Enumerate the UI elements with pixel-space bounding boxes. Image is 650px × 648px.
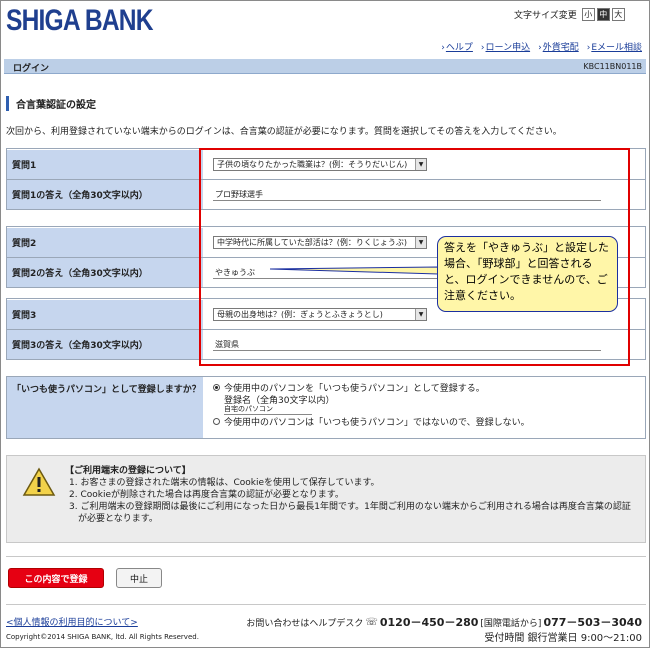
notice-panel: 【ご利用端末の登録について】 1. お客さまの登録された端末の情報は、Cooki… <box>6 455 646 543</box>
font-size-medium-button[interactable]: 中 <box>596 8 610 21</box>
page-title: ログイン <box>13 64 50 74</box>
pc-registration-table: 「いつも使うパソコン」として登録しますか？ 今使用中のパソコンを「いつも使うパソ… <box>6 376 646 439</box>
radio-selected-icon[interactable] <box>213 383 220 391</box>
helpdesk-phone: 0120－450－280 <box>379 616 479 629</box>
register-no-option[interactable]: 今使用中のパソコンは「いつも使うパソコン」ではないので、登録しない。 <box>213 415 645 428</box>
chevron-down-icon: ▼ <box>415 309 426 320</box>
register-yes-label: 今使用中のパソコンを「いつも使うパソコン」として登録する。 <box>224 383 485 394</box>
fx-delivery-link[interactable]: 外貨宅配 <box>543 43 579 53</box>
question-label: 質問1 <box>7 150 203 179</box>
answer-label: 質問2の答え（全角30文字以内） <box>7 258 203 287</box>
radio-unselected-icon[interactable] <box>213 417 220 425</box>
intl-label: [国際電話から] <box>480 618 542 629</box>
notice-item: 1. お客さまの登録された端末の情報は、Cookieを使用して保存しています。 <box>69 478 380 488</box>
section-title: 合言葉認証の設定 <box>6 96 96 111</box>
answer-1-input[interactable]: プロ野球選手 <box>213 188 601 201</box>
register-no-label: 今使用中のパソコンは「いつも使うパソコン」ではないので、登録しない。 <box>224 417 530 428</box>
answer-cell: プロ野球選手 <box>203 180 645 209</box>
registration-options: 今使用中のパソコンを「いつも使うパソコン」として登録する。 登録名（全角30文字… <box>203 377 645 438</box>
font-size-switcher: 文字サイズ変更 小 中 大 <box>514 8 625 21</box>
notice-item: 3. ご利用端末の登録期間は最後にご利用になった日から最長1年間です。1年間ご利… <box>69 502 631 524</box>
divider <box>6 604 646 605</box>
helpdesk-info: お問い合わせはヘルプデスク ☏ 0120－450－280 [国際電話から] 07… <box>246 614 642 630</box>
answer-row: 質問1の答え（全角30文字以内） プロ野球選手 <box>7 179 645 209</box>
bank-logo: SHIGA BANK <box>6 4 154 37</box>
chevron-right-icon: › <box>538 43 542 53</box>
chevron-right-icon: › <box>586 43 591 53</box>
notice-title: 【ご利用端末の登録について】 <box>65 466 191 476</box>
question-cell: 子供の頃なりたかった職業は？(例：そうりだいじん) ▼ <box>203 150 645 179</box>
warning-icon <box>22 467 56 496</box>
phone-icon: ☏ <box>365 616 378 628</box>
question-2-selected: 中学時代に所属していた部活は？(例：りくじょうぶ) <box>217 238 407 247</box>
question-label: 質問2 <box>7 228 203 257</box>
font-size-large-button[interactable]: 大 <box>611 8 625 21</box>
screen-code: KBC11BN011B <box>583 62 642 71</box>
intl-phone: 077－503－3040 <box>543 616 642 629</box>
question-1-selected: 子供の頃なりたかった職業は？(例：そうりだいじん) <box>217 160 408 169</box>
question-3-select[interactable]: 母親の出身地は？(例：ぎょうとふきょうとし) ▼ <box>213 308 427 321</box>
question-1-select[interactable]: 子供の頃なりたかった職業は？(例：そうりだいじん) ▼ <box>213 158 427 171</box>
notice-items: 1. お客さまの登録された端末の情報は、Cookieを使用して保存しています。 … <box>69 477 639 525</box>
register-yes-option[interactable]: 今使用中のパソコンを「いつも使うパソコン」として登録する。 <box>213 381 645 394</box>
help-link[interactable]: ヘルプ <box>446 43 473 53</box>
chevron-right-icon: › <box>441 43 445 53</box>
email-consult-link-item[interactable]: ›Eメール相談 <box>587 40 642 53</box>
fx-delivery-link-item[interactable]: ›外貨宅配 <box>538 40 579 53</box>
question-3-selected: 母親の出身地は？(例：ぎょうとふきょうとし) <box>217 310 383 319</box>
loan-link-item[interactable]: ›ローン申込 <box>481 40 530 53</box>
answer-label: 質問1の答え（全角30文字以内） <box>7 180 203 209</box>
warning-callout: 答えを「やきゅうぶ」と設定した場合、「野球部」と回答されると、ログインできません… <box>437 236 618 312</box>
answer-3-input[interactable]: 滋賀県 <box>213 338 601 351</box>
email-consult-link[interactable]: Eメール相談 <box>591 43 642 53</box>
registration-label: 「いつも使うパソコン」として登録しますか？ <box>7 377 203 438</box>
chevron-down-icon: ▼ <box>415 237 426 248</box>
divider <box>6 556 646 557</box>
question-row: 質問1 子供の頃なりたかった職業は？(例：そうりだいじん) ▼ <box>7 149 645 179</box>
chevron-down-icon: ▼ <box>415 159 426 170</box>
question-2-select[interactable]: 中学時代に所属していた部活は？(例：りくじょうぶ) ▼ <box>213 236 427 249</box>
business-hours: 受付時間 銀行営業日 9:00～21:00 <box>484 633 642 644</box>
answer-cell: 滋賀県 <box>203 330 645 359</box>
loan-link[interactable]: ローン申込 <box>486 43 531 53</box>
top-links: ›ヘルプ ›ローン申込 ›外貨宅配 ›Eメール相談 <box>441 40 642 53</box>
callout-pointer <box>270 266 439 275</box>
copyright: Copyright©2014 SHIGA BANK, ltd. All Righ… <box>6 633 199 641</box>
privacy-link[interactable]: <個人情報の利用目的について> <box>6 615 138 628</box>
question-1-table: 質問1 子供の頃なりたかった職業は？(例：そうりだいじん) ▼ 質問1の答え（全… <box>6 148 646 210</box>
chevron-right-icon: › <box>480 43 485 53</box>
answer-row: 質問3の答え（全角30文字以内） 滋賀県 <box>7 329 645 359</box>
help-link-item[interactable]: ›ヘルプ <box>441 40 473 53</box>
question-label: 質問3 <box>7 300 203 329</box>
answer-label: 質問3の答え（全角30文字以内） <box>7 330 203 359</box>
font-size-small-button[interactable]: 小 <box>581 8 595 21</box>
cancel-button[interactable]: 中止 <box>116 568 162 588</box>
title-bar: ログイン KBC11BN011B <box>4 59 646 74</box>
font-size-label: 文字サイズ変更 <box>514 11 577 21</box>
notice-item: 2. Cookieが削除された場合は再度合言葉の認証が必要となります。 <box>69 490 344 500</box>
register-name-label: 登録名（全角30文字以内） <box>224 396 335 406</box>
submit-button[interactable]: この内容で登録 <box>8 568 104 588</box>
helpdesk-label: お問い合わせはヘルプデスク <box>246 618 364 629</box>
intro-text: 次回から、利用登録されていない端末からのログインは、合言葉の認証が必要になります… <box>6 127 562 137</box>
